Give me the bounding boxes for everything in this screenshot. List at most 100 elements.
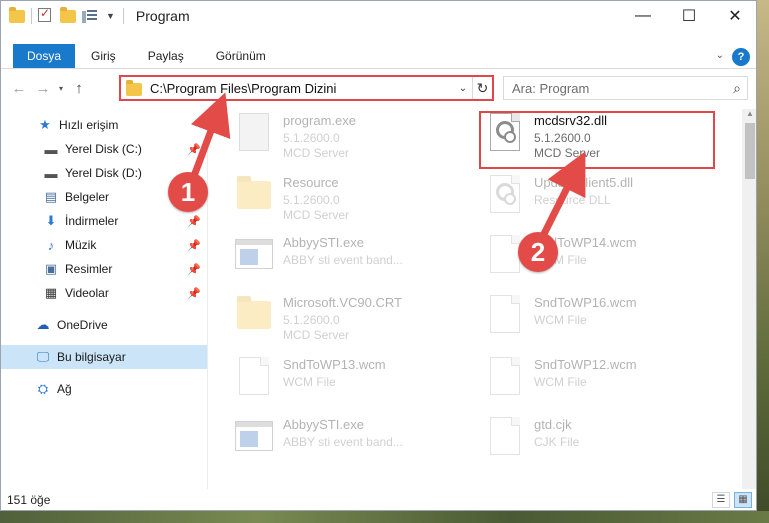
computer-icon: 🖵 — [36, 349, 50, 364]
blank-file-icon — [482, 291, 526, 341]
file-name: Microsoft.VC90.CRT — [283, 295, 402, 310]
folder-icon — [231, 291, 275, 341]
drive-icon: ▬ — [44, 141, 58, 157]
pin-icon[interactable]: 📌 — [187, 215, 201, 228]
sidebar-item-quick-access[interactable]: ★ Hızlı erişim — [1, 113, 207, 137]
sidebar-item-label: Müzik — [65, 238, 97, 252]
customize-list-icon[interactable] — [82, 8, 98, 24]
file-name: Resource — [283, 175, 339, 190]
vertical-scrollbar[interactable]: ▲ — [742, 109, 756, 489]
sidebar-item-network[interactable]: ⛭ Ağ — [1, 377, 207, 401]
item-count: 151 öğe — [7, 493, 51, 507]
drive-icon: ▬ — [44, 165, 58, 181]
exe-icon — [231, 109, 275, 159]
view-switcher: ☰ ▦ — [708, 492, 752, 508]
file-name: SndToWP13.wcm — [283, 357, 386, 372]
music-icon: ♪ — [47, 237, 55, 253]
file-version: 5.1.2600.0 — [283, 131, 340, 145]
file-name: gtd.cjk — [534, 417, 572, 432]
sidebar-item-this-pc[interactable]: 🖵 Bu bilgisayar — [1, 345, 207, 369]
scroll-up-icon[interactable]: ▲ — [742, 109, 756, 118]
folder-icon — [231, 171, 275, 221]
list-item[interactable]: AbbyySTI.exe ABBY sti event band... — [231, 231, 471, 291]
file-name: UpdateClient5.dll — [534, 175, 634, 190]
file-description: WCM File — [534, 375, 587, 389]
file-description: WCM File — [283, 375, 336, 389]
explorer-window: ▼ Program — ☐ ✕ Dosya Giriş Paylaş Görün… — [0, 0, 757, 511]
refresh-icon[interactable]: ↻ — [472, 77, 492, 99]
up-arrow-icon[interactable]: ↑ — [67, 80, 91, 97]
list-item[interactable]: Resource 5.1.2600.0 MCD Server — [231, 171, 471, 231]
recent-locations-icon[interactable]: ▾ — [55, 84, 67, 93]
pin-icon[interactable]: 📌 — [187, 143, 201, 156]
star-icon: ★ — [39, 117, 51, 132]
tab-view[interactable]: Görünüm — [200, 44, 282, 68]
list-item[interactable]: SndToWP13.wcm WCM File — [231, 353, 471, 413]
file-version: 5.1.2600.0 — [283, 193, 340, 207]
sidebar-item-music[interactable]: ♪ Müzik 📌 — [1, 233, 207, 257]
sidebar-item-local-disk-c[interactable]: ▬ Yerel Disk (C:) 📌 — [1, 137, 207, 161]
list-item[interactable]: UpdateClient5.dll Resource DLL — [482, 171, 722, 231]
divider — [122, 8, 124, 24]
list-item[interactable]: SndToWP12.wcm WCM File — [482, 353, 722, 413]
sidebar-item-onedrive[interactable]: ☁ OneDrive — [1, 313, 207, 337]
properties-check-icon[interactable] — [38, 6, 54, 24]
sidebar-item-downloads[interactable]: ⬇ İndirmeler 📌 — [1, 209, 207, 233]
list-item[interactable]: SndToWP16.wcm WCM File — [482, 291, 722, 351]
sidebar-item-videos[interactable]: ▦ Videolar 📌 — [1, 281, 207, 305]
maximize-button[interactable]: ☐ — [666, 1, 712, 31]
sidebar-item-label: Bu bilgisayar — [57, 350, 126, 364]
desktop-background — [757, 0, 769, 523]
qat-dropdown-icon[interactable]: ▼ — [106, 11, 115, 21]
back-arrow-icon[interactable]: ← — [7, 80, 31, 97]
quick-access-toolbar: ▼ — [1, 1, 130, 31]
forward-arrow-icon[interactable]: → — [31, 80, 55, 97]
blank-file-icon — [482, 413, 526, 463]
title-bar: ▼ Program — ☐ ✕ — [1, 1, 756, 31]
sidebar-item-label: OneDrive — [57, 318, 108, 332]
scrollbar-thumb[interactable] — [745, 123, 755, 179]
file-name: AbbyySTI.exe — [283, 235, 364, 250]
file-description: MCD Server — [283, 328, 350, 342]
expand-ribbon-icon[interactable]: ⌄ — [716, 50, 724, 61]
callout-badge-1: 1 — [168, 172, 208, 212]
list-item[interactable]: AbbyySTI.exe ABBY sti event band... — [231, 413, 471, 473]
pictures-icon: ▣ — [44, 261, 58, 276]
address-bar[interactable]: C:\Program Files\Program Dizini ⌄ ↻ — [119, 75, 494, 101]
callout-badge-2: 2 — [518, 232, 558, 272]
pane-divider[interactable] — [207, 109, 208, 489]
list-item[interactable]: Microsoft.VC90.CRT 5.1.2600.0 MCD Server — [231, 291, 471, 351]
ribbon-tabs: Dosya Giriş Paylaş Görünüm ⌄ ? — [1, 44, 756, 69]
details-view-icon[interactable]: ☰ — [712, 492, 730, 508]
sidebar-item-label: Resimler — [65, 262, 113, 276]
application-icon — [231, 231, 275, 281]
tab-home[interactable]: Giriş — [75, 44, 132, 68]
list-item[interactable]: gtd.cjk CJK File — [482, 413, 722, 473]
file-description: MCD Server — [283, 146, 350, 160]
pin-icon[interactable]: 📌 — [187, 239, 201, 252]
list-item[interactable]: SndToWP14.wcm WCM File — [482, 231, 722, 291]
tab-share[interactable]: Paylaş — [132, 44, 200, 68]
window-controls: — ☐ ✕ — [620, 1, 756, 31]
large-icons-view-icon[interactable]: ▦ — [734, 492, 752, 508]
help-icon[interactable]: ? — [732, 48, 750, 66]
sidebar-item-label: Yerel Disk (C:) — [65, 142, 142, 156]
folder-icon — [9, 7, 25, 24]
file-description: WCM File — [534, 313, 587, 327]
search-input[interactable]: Ara: Program — [512, 81, 727, 96]
chevron-down-icon[interactable]: ⌄ — [454, 83, 472, 94]
sidebar-item-label: Yerel Disk (D:) — [65, 166, 142, 180]
list-item[interactable]: program.exe 5.1.2600.0 MCD Server — [231, 109, 471, 169]
pin-icon[interactable]: 📌 — [187, 287, 201, 300]
search-icon[interactable]: ⌕ — [727, 80, 747, 97]
minimize-button[interactable]: — — [620, 1, 666, 31]
sidebar-item-pictures[interactable]: ▣ Resimler 📌 — [1, 257, 207, 281]
new-folder-icon[interactable] — [60, 7, 76, 24]
close-button[interactable]: ✕ — [712, 1, 756, 31]
dll-gear-icon — [482, 171, 526, 221]
pin-icon[interactable]: 📌 — [187, 263, 201, 276]
address-path[interactable]: C:\Program Files\Program Dizini — [150, 81, 454, 96]
search-box[interactable]: Ara: Program ⌕ — [503, 76, 748, 100]
file-name: SndToWP16.wcm — [534, 295, 637, 310]
tab-file[interactable]: Dosya — [13, 44, 76, 68]
